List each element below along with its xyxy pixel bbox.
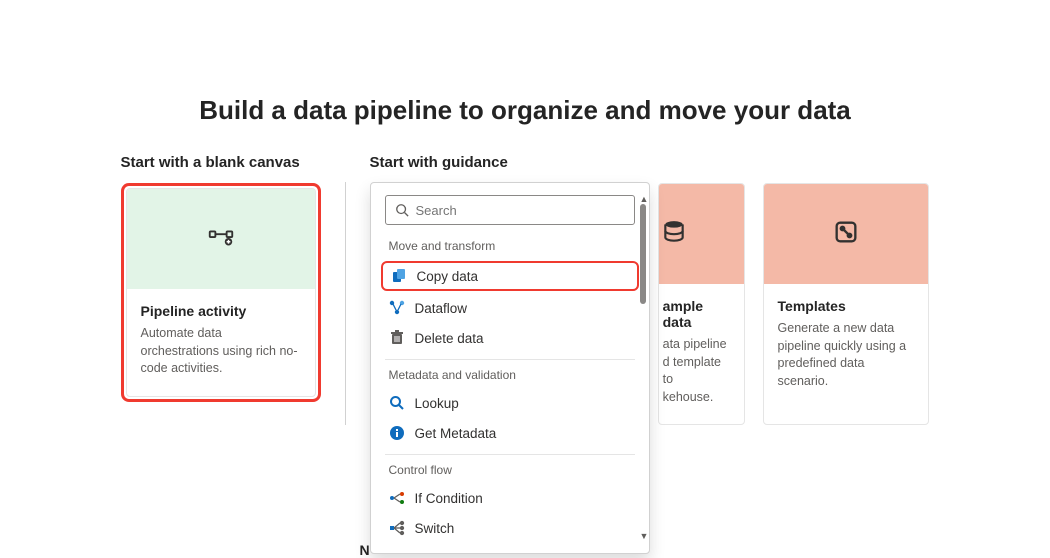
pipeline-icon bbox=[206, 222, 236, 257]
search-input[interactable] bbox=[416, 203, 626, 218]
templates-card-desc: Generate a new data pipeline quickly usi… bbox=[778, 320, 915, 390]
sample-card-desc: ata pipeline d template to kehouse. bbox=[663, 336, 730, 406]
dropdown-scrollbar[interactable]: ▲ ▼ bbox=[640, 195, 646, 541]
sample-card-title: ample data bbox=[663, 298, 730, 330]
menu-item-dataflow[interactable]: Dataflow bbox=[371, 293, 649, 323]
menu-label: If Condition bbox=[415, 491, 483, 506]
blank-canvas-section: Start with a blank canvas bbox=[121, 154, 321, 425]
menu-item-copy-data[interactable]: Copy data bbox=[381, 261, 639, 291]
divider bbox=[385, 454, 635, 455]
database-icon bbox=[661, 219, 687, 250]
guidance-heading: Start with guidance bbox=[370, 154, 930, 171]
sample-card-top bbox=[659, 184, 744, 284]
pipeline-card-title: Pipeline activity bbox=[141, 303, 301, 319]
info-icon bbox=[389, 425, 405, 441]
pipeline-card-top bbox=[127, 189, 315, 289]
templates-card[interactable]: Templates Generate a new data pipeline q… bbox=[763, 183, 930, 425]
search-box[interactable] bbox=[385, 195, 635, 225]
guidance-section: Start with guidance bbox=[370, 154, 930, 425]
activity-picker-dropdown: Move and transform Copy data bbox=[370, 182, 650, 554]
trash-icon bbox=[389, 330, 405, 346]
menu-item-get-metadata[interactable]: Get Metadata bbox=[371, 418, 649, 448]
blank-canvas-heading: Start with a blank canvas bbox=[121, 154, 321, 171]
menu-label: Copy data bbox=[417, 269, 479, 284]
menu-label: Get Metadata bbox=[415, 426, 497, 441]
section-divider bbox=[345, 182, 346, 425]
pipeline-activity-card[interactable]: Pipeline activity Automate data orchestr… bbox=[126, 188, 316, 397]
sample-data-card[interactable]: ample data ata pipeline d template to ke… bbox=[658, 183, 745, 425]
pipeline-card-desc: Automate data orchestrations using rich … bbox=[141, 325, 301, 378]
more-section-hint: N bbox=[360, 542, 370, 558]
lookup-icon bbox=[389, 395, 405, 411]
divider bbox=[385, 359, 635, 360]
menu-item-delete-data[interactable]: Delete data bbox=[371, 323, 649, 353]
menu-label: Switch bbox=[415, 521, 455, 536]
scroll-up-arrow[interactable]: ▲ bbox=[640, 195, 646, 204]
copy-data-icon bbox=[391, 268, 407, 284]
menu-label: Lookup bbox=[415, 396, 459, 411]
menu-label: Dataflow bbox=[415, 301, 468, 316]
branch-icon bbox=[389, 490, 405, 506]
search-icon bbox=[394, 202, 410, 218]
templates-card-top bbox=[764, 184, 929, 284]
scroll-down-arrow[interactable]: ▼ bbox=[640, 532, 646, 541]
dataflow-icon bbox=[389, 300, 405, 316]
group-metadata-validation: Metadata and validation bbox=[371, 364, 649, 388]
menu-item-switch[interactable]: Switch bbox=[371, 513, 649, 543]
menu-item-if-condition[interactable]: If Condition bbox=[371, 483, 649, 513]
menu-item-lookup[interactable]: Lookup bbox=[371, 388, 649, 418]
templates-icon bbox=[832, 218, 860, 251]
page-title: Build a data pipeline to organize and mo… bbox=[40, 95, 1010, 126]
pipeline-card-highlight: Pipeline activity Automate data orchestr… bbox=[121, 183, 321, 402]
scrollbar-thumb[interactable] bbox=[640, 204, 646, 304]
menu-label: Delete data bbox=[415, 331, 484, 346]
templates-card-title: Templates bbox=[778, 298, 915, 314]
group-control-flow: Control flow bbox=[371, 459, 649, 483]
group-move-transform: Move and transform bbox=[371, 235, 649, 259]
